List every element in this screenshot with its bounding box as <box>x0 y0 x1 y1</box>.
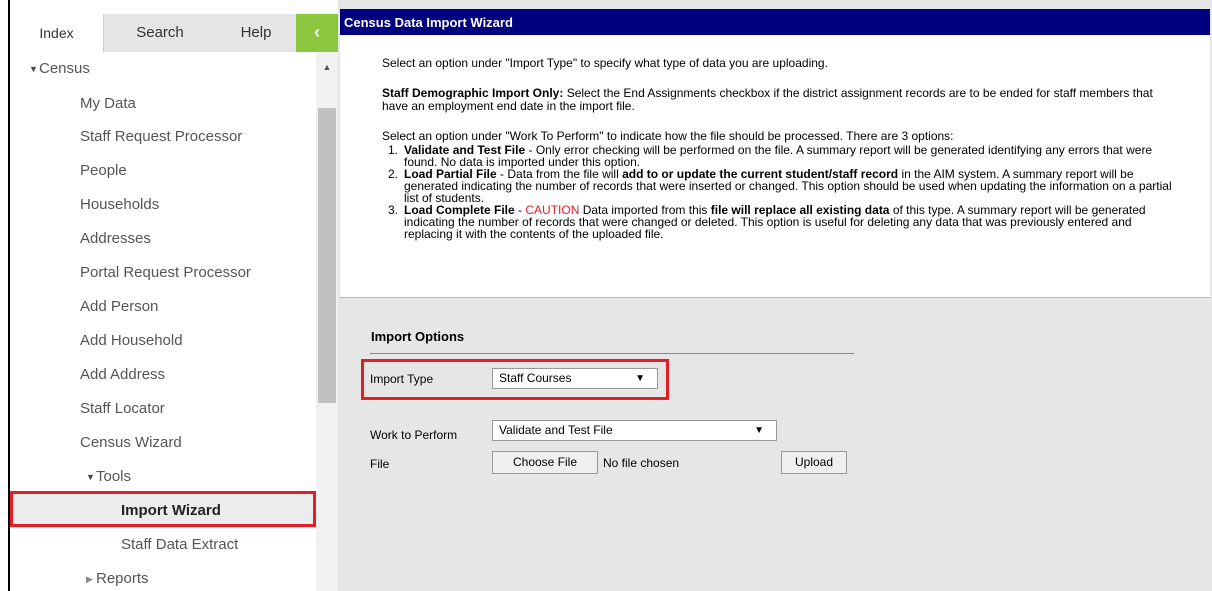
triangle-right-icon: ▶ <box>86 574 93 585</box>
file-status-text: No file chosen <box>603 456 680 470</box>
tree-item-add-address[interactable]: Add Address <box>10 358 316 392</box>
list-item: 3. Load Complete File - CAUTION Data impo… <box>382 204 1182 240</box>
tree-item-staff-locator[interactable]: Staff Locator <box>10 392 316 426</box>
list-number: 2. <box>388 167 399 181</box>
list-number: 3. <box>388 203 399 217</box>
tree-item-addresses[interactable]: Addresses <box>10 222 316 256</box>
triangle-up-icon[interactable]: ▲ <box>316 52 338 80</box>
triangle-down-icon: ▼ <box>29 64 38 75</box>
triangle-down-icon: ▼ <box>754 425 764 436</box>
import-type-label: Import Type <box>370 372 434 386</box>
main-content: Census Data Import Wizard Select an opti… <box>338 0 1212 591</box>
chevron-left-icon: ‹ <box>314 22 320 42</box>
instruction-import-type: Select an option under "Import Type" to … <box>382 56 828 70</box>
upload-button[interactable]: Upload <box>781 451 847 474</box>
tree-item-reports[interactable]: ▶ Reports <box>10 562 316 591</box>
file-label: File <box>370 457 390 471</box>
select-value: Staff Courses <box>499 371 572 385</box>
tab-help[interactable]: Help <box>216 14 296 52</box>
triangle-down-icon: ▼ <box>635 373 645 384</box>
tree-item-add-household[interactable]: Add Household <box>10 324 316 358</box>
choose-file-button[interactable]: Choose File <box>492 451 598 474</box>
tree-item-tools[interactable]: ▼Tools <box>10 460 316 494</box>
list-number: 1. <box>388 143 399 157</box>
tree-item-households[interactable]: Households <box>10 188 316 222</box>
divider <box>370 353 854 354</box>
work-to-perform-label: Work to Perform <box>370 428 458 442</box>
triangle-down-icon: ▼ <box>86 472 95 483</box>
tree-item-label: Census <box>39 60 90 77</box>
tree-item-people[interactable]: People <box>10 154 316 188</box>
instruction-staff-demographic: Staff Demographic Import Only: Select th… <box>382 87 1172 113</box>
tree-item-staff-request-processor[interactable]: Staff Request Processor <box>10 120 316 154</box>
tree-item-staff-data-extract[interactable]: Staff Data Extract <box>10 528 316 562</box>
tab-search[interactable]: Search <box>104 14 216 52</box>
select-value: Validate and Test File <box>499 423 613 437</box>
tree-item-add-person[interactable]: Add Person <box>10 290 316 324</box>
instruction-work-to-perform: Select an option under "Work To Perform"… <box>382 129 954 143</box>
list-item: 2. Load Partial File - Data from the file… <box>382 168 1182 204</box>
tree-item-census[interactable]: ▼Census <box>10 52 316 86</box>
tree-item-label: Reports <box>96 570 149 587</box>
import-type-select[interactable]: Staff Courses ▼ <box>492 368 658 389</box>
tree-item-label: Tools <box>96 468 132 485</box>
tree-item-portal-request-processor[interactable]: Portal Request Processor <box>10 256 316 290</box>
collapse-sidebar-button[interactable]: ‹ <box>296 14 338 52</box>
scrollbar-thumb[interactable] <box>318 108 336 403</box>
sidebar-scrollbar[interactable]: ▲ <box>316 52 338 591</box>
work-options-list: 1. Validate and Test File - Only error ch… <box>382 144 1182 240</box>
list-item: 1. Validate and Test File - Only error ch… <box>382 144 1182 168</box>
work-to-perform-select[interactable]: Validate and Test File ▼ <box>492 420 777 441</box>
sidebar-tabbar: Index Search Help <box>10 14 338 52</box>
tree-item-import-wizard[interactable]: Import Wizard <box>10 494 316 528</box>
instructions-panel: Select an option under "Import Type" to … <box>340 35 1210 298</box>
navigation-tree: ▼Census My Data Staff Request Processor … <box>10 52 316 591</box>
tree-item-census-wizard[interactable]: Census Wizard <box>10 426 316 460</box>
tab-index[interactable]: Index <box>10 14 104 52</box>
instruction-bold: Staff Demographic Import Only: <box>382 86 564 100</box>
page-title: Census Data Import Wizard <box>340 9 1210 35</box>
sidebar: Index Search Help ‹ ▼Census My Data Staf… <box>0 0 338 591</box>
import-options-heading: Import Options <box>371 329 465 344</box>
tree-item-my-data[interactable]: My Data <box>10 87 316 121</box>
